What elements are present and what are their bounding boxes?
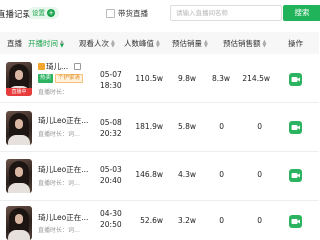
- col-start-time-label: 开播时间: [28, 39, 58, 48]
- col-viewers[interactable]: 观看人次 ▲ ▼: [79, 38, 115, 49]
- col-actions: 操作: [288, 39, 303, 48]
- live-badge: 直播中: [6, 88, 32, 96]
- video-camera-icon[interactable]: [289, 121, 302, 134]
- settings-button[interactable]: 设置 +: [28, 7, 59, 19]
- start-time: 05-08 20:32: [100, 117, 122, 139]
- plus-icon: +: [47, 9, 55, 17]
- start-time: 05-07 18:30: [100, 69, 122, 91]
- start-date: 05-07: [100, 70, 122, 79]
- viewers-value: 110.5w: [135, 74, 163, 83]
- avatar[interactable]: 直播中: [6, 62, 32, 96]
- live-duration: 直播时长：词…: [38, 227, 81, 234]
- start-date: 05-08: [100, 118, 122, 127]
- peak-value: 5.8w: [177, 122, 196, 131]
- col-viewers-label: 观看人次: [79, 39, 109, 48]
- anchor-icon: [38, 63, 45, 70]
- top-bar: 直播记录 设置 + 带货直播 搜索: [0, 0, 320, 30]
- video-camera-icon[interactable]: [289, 169, 302, 182]
- sales-value: 0: [219, 170, 224, 179]
- sort-icon: ▲ ▼: [60, 39, 64, 49]
- live-duration: 直播时长：词…: [38, 180, 81, 187]
- avatar[interactable]: [6, 159, 32, 193]
- col-est-revenue[interactable]: 预估销售额 ▲ ▼: [223, 38, 266, 49]
- peak-value: 3.2w: [177, 216, 196, 225]
- start-time: 05-03 20:40: [100, 164, 122, 186]
- commerce-live-filter[interactable]: 带货直播: [106, 8, 148, 19]
- sort-icon: ▲ ▼: [204, 39, 208, 49]
- settings-label: 设置: [32, 9, 45, 17]
- viewers-value: 52.6w: [140, 216, 163, 225]
- start-date: 05-03: [100, 165, 122, 174]
- copy-icon[interactable]: [74, 63, 82, 70]
- live-room-name-text: 琦儿Leo正在...: [38, 165, 89, 174]
- live-room-name-text: 琦儿Leo正在...: [38, 213, 89, 222]
- tag-list: 热卖 个护家清: [38, 74, 84, 83]
- sales-value: 0: [219, 216, 224, 225]
- col-live: 直播: [7, 39, 22, 48]
- table-row[interactable]: 琦儿Leo正在... 直播时长：词… 04-30 20:50 52.6w 3.2…: [0, 202, 319, 240]
- sales-value: 0: [219, 122, 224, 131]
- live-duration: 直播时长：词…: [38, 131, 81, 138]
- video-camera-icon[interactable]: [289, 215, 302, 228]
- col-peak[interactable]: 人数峰值 ▲ ▼: [124, 38, 160, 49]
- start-clock: 20:40: [100, 176, 122, 185]
- viewers-value: 181.9w: [135, 122, 163, 131]
- table-row[interactable]: 直播中 琦儿... 热卖 个护家清 直播时长： 05-07 18:30 110.…: [0, 55, 319, 103]
- col-peak-label: 人数峰值: [124, 39, 154, 48]
- table-row[interactable]: 琦儿Leo正在... 直播时长：词… 05-08 20:32 181.9w 5.…: [0, 104, 319, 152]
- tag-hot: 热卖: [38, 74, 54, 83]
- table-row[interactable]: 琦儿Leo正在... 直播时长：词… 05-03 20:40 146.8w 4.…: [0, 153, 319, 201]
- live-room-name[interactable]: 琦儿Leo正在...: [38, 212, 88, 223]
- col-est-sales[interactable]: 预估销量 ▲ ▼: [172, 38, 208, 49]
- live-room-name[interactable]: 琦儿Leo正在...: [38, 164, 88, 175]
- start-clock: 20:32: [100, 129, 122, 138]
- live-room-name-text: 琦儿Leo正在...: [38, 116, 89, 125]
- peak-value: 4.3w: [177, 170, 196, 179]
- page-title: 直播记录: [0, 10, 32, 20]
- video-camera-icon[interactable]: [289, 73, 302, 86]
- avatar[interactable]: [6, 111, 32, 145]
- live-room-name[interactable]: 琦儿...: [38, 61, 82, 72]
- col-start-time[interactable]: 开播时间 ▲ ▼: [28, 38, 64, 49]
- commerce-live-label: 带货直播: [118, 9, 148, 18]
- col-est-sales-label: 预估销量: [172, 39, 202, 48]
- search-button[interactable]: 搜索: [283, 5, 320, 21]
- avatar[interactable]: [6, 206, 32, 240]
- search-input[interactable]: [170, 5, 282, 21]
- live-room-name[interactable]: 琦儿Leo正在...: [38, 115, 88, 126]
- col-est-revenue-label: 预估销售额: [223, 39, 261, 48]
- start-clock: 18:30: [100, 81, 122, 90]
- tag-category: 个护家清: [55, 74, 84, 83]
- table-header: 直播 开播时间 ▲ ▼ 观看人次 ▲ ▼ 人数峰值 ▲ ▼ 预估销量 ▲ ▼ 预估销售额 ▲ ▼ 操…: [0, 32, 319, 54]
- sort-icon: ▲ ▼: [111, 39, 115, 49]
- sort-icon: ▲ ▼: [262, 39, 267, 49]
- start-date: 04-30: [100, 209, 122, 218]
- start-time: 04-30 20:50: [100, 208, 122, 230]
- sales-value: 8.3w: [211, 74, 230, 83]
- sort-icon: ▲ ▼: [156, 39, 160, 49]
- revenue-value: 0: [257, 216, 262, 225]
- viewers-value: 146.8w: [135, 170, 163, 179]
- peak-value: 9.8w: [177, 74, 196, 83]
- revenue-value: 0: [257, 170, 262, 179]
- live-duration: 直播时长：: [38, 89, 69, 96]
- live-room-name-text: 琦儿...: [46, 62, 69, 71]
- commerce-live-checkbox[interactable]: [106, 9, 115, 18]
- start-clock: 20:50: [100, 220, 122, 229]
- revenue-value: 0: [257, 122, 262, 131]
- revenue-value: 214.5w: [242, 74, 270, 83]
